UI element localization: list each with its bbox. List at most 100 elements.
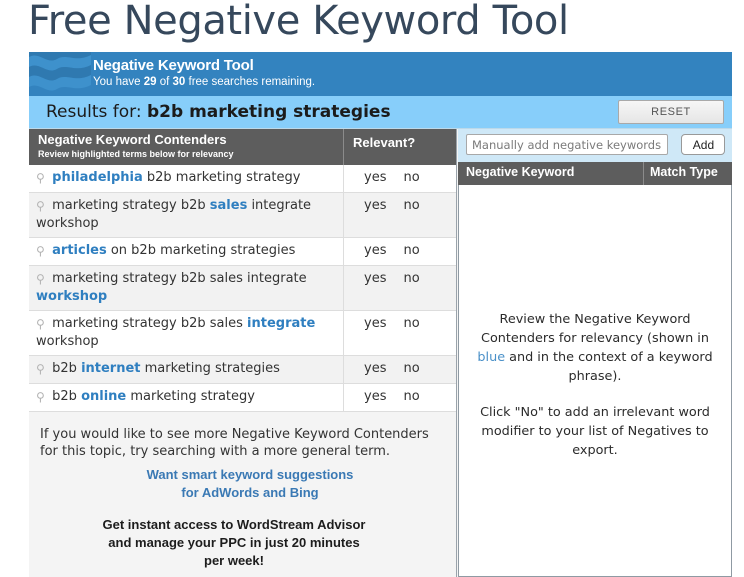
negatives-col-match-type: Match Type	[650, 165, 718, 179]
negatives-help-paragraph-1: Review the Negative Keyword Contenders f…	[469, 310, 721, 386]
table-row: ⚲ b2b online marketing strategy yes no	[29, 383, 456, 412]
promo-cta-line3: per week!	[204, 553, 264, 568]
promo-block: If you would like to see more Negative K…	[29, 412, 456, 577]
promo-cta-line1: Get instant access to WordStream Advisor	[102, 517, 366, 532]
contenders-table-header: Negative Keyword Contenders Review highl…	[29, 129, 456, 165]
searches-used: 29	[143, 76, 157, 88]
add-negative-input[interactable]	[466, 134, 668, 155]
relevance-cell: yes no	[343, 310, 456, 356]
contender-phrase-cell: ⚲ articles on b2b marketing strategies	[29, 237, 344, 266]
contender-phrase-cell: ⚲ marketing strategy b2b sales integrate…	[29, 192, 344, 238]
relevance-cell: yes no	[343, 355, 456, 384]
keyword-suggestions-link-line1: Want smart keyword suggestions	[146, 467, 354, 482]
relevant-yes-link[interactable]: yes	[364, 271, 386, 286]
relevant-yes-link[interactable]: yes	[364, 198, 386, 213]
relevant-no-link[interactable]: no	[403, 170, 419, 185]
results-query: b2b marketing strategies	[147, 102, 391, 122]
keyword-suggestions-link-line2: for AdWords and Bing	[181, 485, 319, 500]
relevant-no-link[interactable]: no	[403, 243, 419, 258]
results-label: Results for:	[46, 102, 147, 122]
table-row: ⚲ marketing strategy b2b sales integrate…	[29, 192, 456, 238]
magnifier-icon: ⚲	[36, 171, 45, 185]
highlighted-term: internet	[81, 361, 141, 376]
phrase-text: marketing strategy	[126, 389, 255, 404]
table-row: ⚲ philadelphia b2b marketing strategy yes…	[29, 165, 456, 193]
reset-button[interactable]: RESET	[618, 100, 724, 124]
magnifier-icon: ⚲	[36, 362, 45, 376]
relevant-yes-link[interactable]: yes	[364, 316, 386, 331]
contenders-header-relevant: Relevant?	[353, 135, 416, 150]
contender-phrase-cell: ⚲ marketing strategy b2b sales integrate…	[29, 310, 344, 356]
highlighted-term: articles	[52, 243, 107, 258]
contender-phrase-cell: ⚲ b2b internet marketing strategies	[29, 355, 344, 384]
phrase-text: on b2b marketing strategies	[106, 243, 296, 258]
highlighted-term: online	[81, 389, 127, 404]
brand-text-block: Negative Keyword Tool You have 29 of 30 …	[93, 56, 315, 90]
magnifier-icon: ⚲	[36, 390, 45, 404]
contender-phrase-cell: ⚲ marketing strategy b2b sales integrate…	[29, 265, 344, 311]
keyword-suggestions-link[interactable]: Want smart keyword suggestions for AdWor…	[40, 466, 442, 502]
relevant-no-link[interactable]: no	[403, 316, 419, 331]
relevant-yes-link[interactable]: yes	[364, 389, 386, 404]
table-row: ⚲ marketing strategy b2b sales integrate…	[29, 265, 456, 311]
relevant-no-link[interactable]: no	[403, 271, 419, 286]
relevant-no-link[interactable]: no	[403, 198, 419, 213]
relevance-cell: yes no	[343, 237, 456, 266]
brand-header: Negative Keyword Tool You have 29 of 30 …	[29, 52, 732, 96]
contender-phrase-cell: ⚲ philadelphia b2b marketing strategy	[29, 165, 344, 193]
help-p1-b: and in the context of a keyword phrase).	[505, 350, 713, 384]
relevant-yes-link[interactable]: yes	[364, 361, 386, 376]
promo-cta: Get instant access to WordStream Advisor…	[40, 516, 442, 570]
phrase-text: b2b	[52, 389, 82, 404]
page-title: Free Negative Keyword Tool	[28, 0, 569, 44]
highlighted-term: philadelphia	[52, 170, 143, 185]
phrase-text: b2b marketing strategy	[142, 170, 301, 185]
widget-body: Negative Keyword Contenders Review highl…	[29, 129, 732, 577]
table-row: ⚲ articles on b2b marketing strategies ye…	[29, 237, 456, 266]
negatives-col-keyword: Negative Keyword	[458, 162, 644, 185]
promo-cta-line2: and manage your PPC in just 20 minutes	[108, 535, 360, 550]
results-text: Results for: b2b marketing strategies	[46, 102, 391, 122]
highlighted-term: integrate	[247, 316, 316, 331]
contenders-header-note: Review highlighted terms below for relev…	[38, 149, 234, 159]
phrase-text: b2b	[52, 361, 82, 376]
highlighted-term: sales	[209, 198, 248, 213]
relevance-cell: yes no	[343, 265, 456, 311]
highlighted-term: workshop	[36, 289, 108, 304]
phrase-text: marketing strategy b2b sales	[52, 316, 248, 331]
phrase-text: marketing strategies	[140, 361, 280, 376]
negatives-table-header: Negative Keyword Match Type	[458, 162, 732, 185]
contenders-header-main: Negative Keyword Contenders Review highl…	[29, 129, 344, 165]
searches-mid: of	[156, 76, 173, 88]
phrase-text: marketing strategy b2b	[52, 198, 210, 213]
wave-logo-icon	[29, 52, 91, 96]
negatives-panel: Add Negative Keyword Match Type Review t…	[458, 129, 732, 577]
relevant-yes-link[interactable]: yes	[364, 243, 386, 258]
relevant-no-link[interactable]: no	[403, 389, 419, 404]
relevant-yes-link[interactable]: yes	[364, 170, 386, 185]
negatives-list: Review the Negative Keyword Contenders f…	[458, 185, 732, 577]
relevant-no-link[interactable]: no	[403, 361, 419, 376]
help-p1-blue: blue	[477, 350, 506, 365]
contenders-panel: Negative Keyword Contenders Review highl…	[29, 129, 457, 577]
table-row: ⚲ marketing strategy b2b sales integrate…	[29, 310, 456, 356]
magnifier-icon: ⚲	[36, 199, 45, 213]
add-negative-button[interactable]: Add	[681, 134, 726, 155]
results-bar: Results for: b2b marketing strategies RE…	[29, 96, 732, 129]
promo-note: If you would like to see more Negative K…	[40, 427, 429, 459]
negative-keyword-tool-widget: Negative Keyword Tool You have 29 of 30 …	[29, 52, 732, 577]
contenders-table: ⚲ philadelphia b2b marketing strategy yes…	[29, 165, 456, 412]
searches-total: 30	[172, 76, 186, 88]
relevance-cell: yes no	[343, 383, 456, 412]
negatives-help-paragraph-2: Click "No" to add an irrelevant word mod…	[480, 405, 710, 458]
phrase-text: marketing strategy b2b sales integrate	[52, 271, 307, 286]
relevance-cell: yes no	[343, 192, 456, 238]
add-negative-bar: Add	[458, 129, 732, 162]
brand-title: Negative Keyword Tool	[93, 57, 254, 74]
help-p1-a: Review the Negative Keyword Contenders f…	[481, 312, 709, 346]
negatives-help-text: Review the Negative Keyword Contenders f…	[459, 310, 731, 460]
relevance-cell: yes no	[343, 165, 456, 193]
searches-remaining: You have 29 of 30 free searches remainin…	[93, 75, 315, 90]
magnifier-icon: ⚲	[36, 244, 45, 258]
contenders-header-title: Negative Keyword Contenders	[38, 132, 227, 147]
